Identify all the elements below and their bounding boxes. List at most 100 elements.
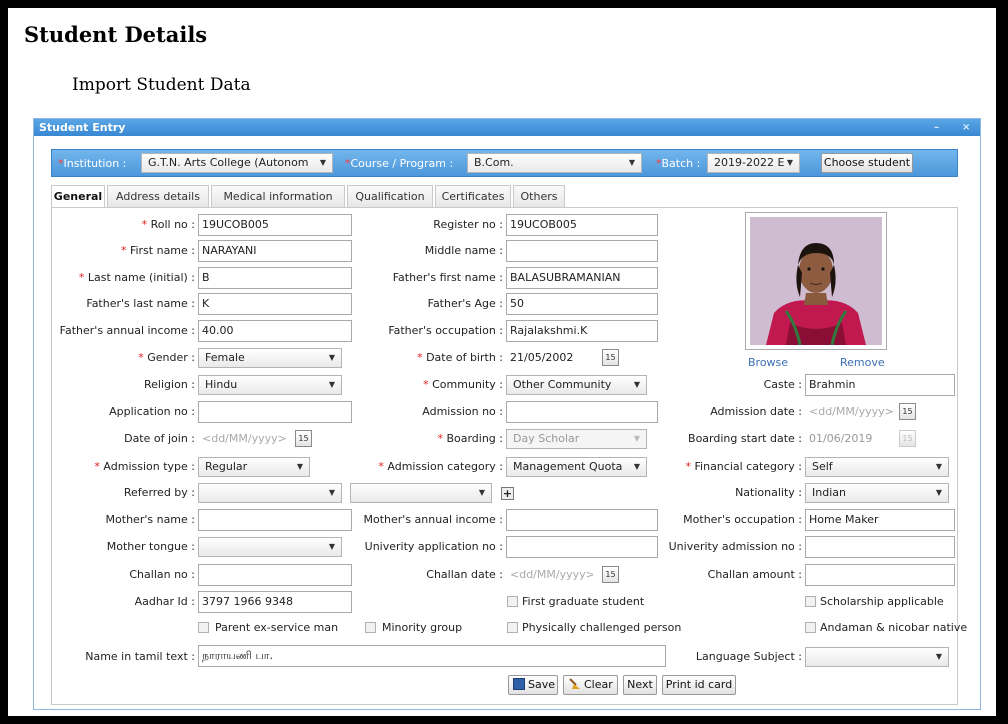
financial-category-select[interactable]: Self ▼ (805, 457, 949, 477)
challan-date-label: Challan date : (426, 568, 503, 581)
chevron-down-icon: ▼ (935, 462, 942, 471)
first-graduate-label: First graduate student (522, 595, 645, 608)
challan-amount-input[interactable] (805, 564, 955, 586)
mothers-name-input[interactable] (198, 509, 352, 531)
chevron-down-icon: ▼ (786, 158, 793, 167)
language-subject-select[interactable]: ▼ (805, 647, 949, 667)
calendar-icon[interactable]: 15 (295, 430, 312, 447)
gender-select[interactable]: Female ▼ (198, 348, 342, 368)
challan-no-input[interactable] (198, 564, 352, 586)
minimize-icon[interactable]: – (934, 119, 939, 136)
choose-student-button[interactable]: Choose student (821, 153, 913, 173)
referred-by-select[interactable]: ▼ (198, 483, 342, 503)
religion-select[interactable]: Hindu ▼ (198, 375, 342, 395)
middle-name-label: Middle name : (424, 244, 503, 257)
mothers-occupation-input[interactable]: Home Maker (805, 509, 955, 531)
admission-category-select[interactable]: Management Quota ▼ (506, 457, 647, 477)
caste-input[interactable]: Brahmin (805, 374, 955, 396)
calendar-icon[interactable]: 15 (899, 430, 916, 447)
fathers-income-input[interactable]: 40.00 (198, 320, 352, 342)
tamil-name-label: Name in tamil text : (85, 650, 195, 663)
date-of-birth-input[interactable]: 21/05/2002 (506, 347, 594, 369)
fathers-first-name-label: Father's first name : (392, 271, 503, 284)
tab-qualification[interactable]: Qualification (347, 185, 433, 207)
physically-challenged-label: Physically challenged person (522, 621, 682, 634)
mother-tongue-select[interactable]: ▼ (198, 537, 342, 557)
institution-select[interactable]: G.T.N. Arts College (Autonom ▼ (141, 153, 333, 173)
referred-by-detail-select[interactable]: ▼ (350, 483, 492, 503)
add-icon[interactable]: + (501, 487, 514, 500)
general-panel: * Roll no : 19UCOB005 * First name : NAR… (51, 207, 967, 705)
date-of-birth-label: * Date of birth : (417, 351, 503, 364)
tab-general[interactable]: General (51, 185, 105, 208)
middle-name-input[interactable] (506, 240, 658, 262)
fathers-occupation-input[interactable]: Rajalakshmi.K (506, 320, 658, 342)
chevron-down-icon: ▼ (328, 380, 335, 389)
financial-category-label: * Financial category : (685, 460, 802, 473)
remove-link[interactable]: Remove (840, 356, 885, 369)
course-select[interactable]: B.Com. ▼ (467, 153, 642, 173)
application-no-input[interactable] (198, 401, 352, 423)
aadhar-id-input[interactable]: 3797 1966 9348 (198, 591, 352, 613)
caste-label: Caste : (763, 378, 802, 391)
admission-category-label: * Admission category : (378, 460, 503, 473)
course-label: *Course / Program : (345, 157, 454, 170)
tab-certificates[interactable]: Certificates (435, 185, 511, 207)
register-no-input[interactable]: 19UCOB005 (506, 214, 658, 236)
clear-button[interactable]: Clear (563, 675, 618, 695)
next-button[interactable]: Next (623, 675, 657, 695)
save-icon (513, 678, 525, 690)
tamil-name-input[interactable]: நாராயணி பா. (198, 645, 666, 667)
univ-app-no-input[interactable] (506, 536, 658, 558)
minority-label: Minority group (382, 621, 463, 634)
admission-no-input[interactable] (506, 401, 658, 423)
tab-others[interactable]: Others (513, 185, 565, 207)
calendar-icon[interactable]: 15 (899, 403, 916, 420)
boarding-start-date-label: Boarding start date : (688, 432, 802, 445)
admission-type-select[interactable]: Regular ▼ (198, 457, 310, 477)
browse-link[interactable]: Browse (748, 356, 788, 369)
student-entry-window: Student Entry – × *Institution : G.T.N. … (33, 118, 981, 710)
save-button[interactable]: Save (508, 675, 558, 695)
gender-label: * Gender : (138, 351, 195, 364)
roll-no-input[interactable]: 19UCOB005 (198, 214, 352, 236)
scholarship-checkbox[interactable] (805, 596, 816, 607)
print-id-card-button[interactable]: Print id card (662, 675, 736, 695)
chevron-down-icon: ▼ (328, 353, 335, 362)
roll-no-label: * Roll no : (141, 218, 195, 231)
calendar-icon[interactable]: 15 (602, 566, 619, 583)
mothers-occupation-label: Mother's occupation : (683, 513, 802, 526)
community-select[interactable]: Other Community ▼ (506, 375, 647, 395)
boarding-select[interactable]: Day Scholar ▼ (506, 429, 647, 449)
chevron-down-icon: ▼ (319, 158, 326, 167)
date-of-join-input[interactable]: <dd/MM/yyyy> (198, 428, 292, 450)
chevron-down-icon: ▼ (633, 380, 640, 389)
admission-date-input[interactable]: <dd/MM/yyyy> (805, 401, 897, 423)
tab-address-details[interactable]: Address details (107, 185, 209, 207)
last-name-input[interactable]: B (198, 267, 352, 289)
fathers-first-name-input[interactable]: BALASUBRAMANIAN (506, 267, 658, 289)
first-name-input[interactable]: NARAYANI (198, 240, 352, 262)
fathers-age-input[interactable]: 50 (506, 293, 658, 315)
univ-admission-no-label: Univerity admission no : (668, 540, 802, 553)
close-icon[interactable]: × (962, 119, 970, 136)
boarding-start-date-input[interactable]: 01/06/2019 (805, 428, 893, 450)
scholarship-label: Scholarship applicable (820, 595, 944, 608)
physically-challenged-checkbox[interactable] (507, 622, 518, 633)
batch-select[interactable]: 2019-2022 E ▼ (707, 153, 800, 173)
andaman-label: Andaman & nicobar native (820, 621, 968, 634)
minority-checkbox[interactable] (365, 622, 376, 633)
andaman-checkbox[interactable] (805, 622, 816, 633)
fathers-last-name-input[interactable]: K (198, 293, 352, 315)
nationality-select[interactable]: Indian ▼ (805, 483, 949, 503)
calendar-icon[interactable]: 15 (602, 349, 619, 366)
batch-label: *Batch : (656, 157, 701, 170)
first-graduate-checkbox[interactable] (507, 596, 518, 607)
parent-ex-service-checkbox[interactable] (198, 622, 209, 633)
mothers-income-input[interactable] (506, 509, 658, 531)
challan-date-input[interactable]: <dd/MM/yyyy> (506, 564, 594, 586)
mothers-income-label: Mother's annual income : (363, 513, 504, 526)
univ-admission-no-input[interactable] (805, 536, 955, 558)
boarding-label: * Boarding : (437, 432, 503, 445)
tab-medical-information[interactable]: Medical information (211, 185, 345, 207)
